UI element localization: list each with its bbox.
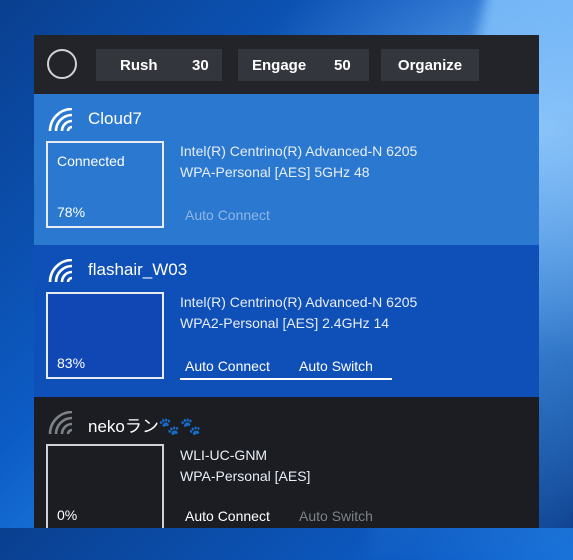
signal-box: 0% [46,444,164,528]
active-options-underline [180,378,392,380]
toolbar: Rush 30 Engage 50 Organize [34,35,539,94]
signal-strength: 0% [57,507,78,523]
connection-state: Connected [57,153,125,169]
auto-connect-toggle[interactable]: Auto Connect [185,358,270,374]
auto-switch-toggle[interactable]: Auto Switch [299,508,373,524]
adapter-name: Intel(R) Centrino(R) Advanced-N 6205 [180,143,418,159]
engage-value: 50 [334,56,351,74]
auto-switch-toggle[interactable]: Auto Switch [299,358,373,374]
organize-label: Organize [397,56,463,74]
auto-connect-toggle[interactable]: Auto Connect [185,207,270,223]
signal-strength: 83% [57,355,86,371]
network-ssid: Cloud7 [88,109,142,128]
rush-button[interactable]: Rush 30 [96,49,222,81]
network-item-cloud7[interactable]: Cloud7 Connected 78% Intel(R) Centrino(R… [34,94,539,245]
security-info: WPA-Personal [AES] [180,468,311,484]
wifi-manager-panel: Rush 30 Engage 50 Organize Cloud7 Connec… [34,35,539,528]
adapter-name: Intel(R) Centrino(R) Advanced-N 6205 [180,294,418,310]
wifi-signal-icon [48,108,73,132]
menu-circle-button[interactable] [47,49,77,79]
wifi-signal-icon [48,259,73,283]
signal-box: 83% [46,292,164,379]
engage-button[interactable]: Engage 50 [238,49,369,81]
wifi-signal-icon [48,411,73,435]
adapter-name: WLI-UC-GNM [180,447,268,463]
rush-value: 30 [192,56,209,74]
security-info: WPA-Personal [AES] 5GHz 48 [180,164,370,180]
network-ssid: nekoラン🐾🐾 [88,417,202,436]
network-item-flashair[interactable]: flashair_W03 83% Intel(R) Centrino(R) Ad… [34,245,539,397]
network-ssid: flashair_W03 [88,260,188,279]
auto-connect-toggle[interactable]: Auto Connect [185,508,270,524]
signal-strength: 78% [57,204,86,220]
signal-box: Connected 78% [46,141,164,228]
rush-label: Rush [120,56,158,74]
security-info: WPA2-Personal [AES] 2.4GHz 14 [180,315,390,331]
network-item-neko[interactable]: nekoラン🐾🐾 0% WLI-UC-GNM WPA-Personal [AES… [34,397,539,528]
organize-button[interactable]: Organize [381,49,479,81]
engage-label: Engage [252,56,307,74]
